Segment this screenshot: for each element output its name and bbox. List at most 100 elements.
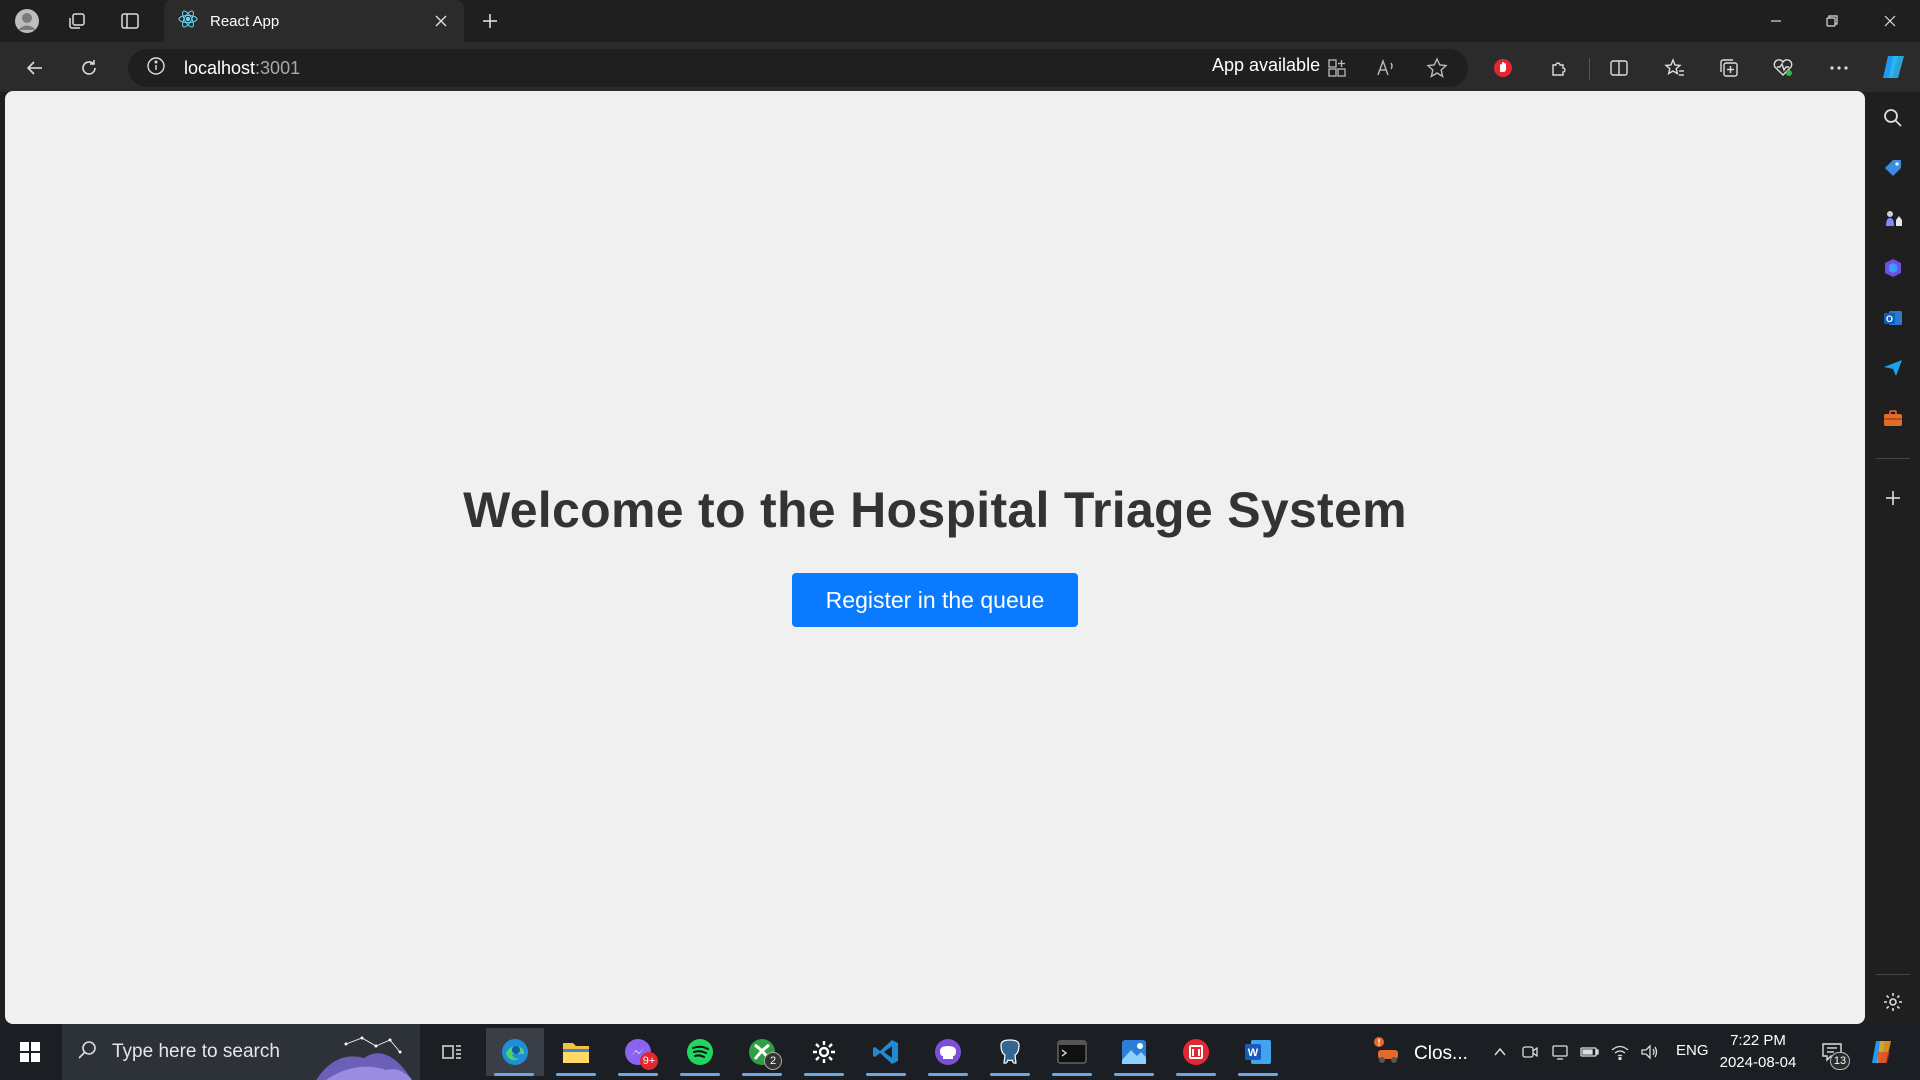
svg-text:O: O	[1886, 314, 1893, 324]
tools-briefcase-icon[interactable]	[1878, 403, 1908, 433]
running-indicator	[680, 1073, 720, 1076]
outlook-icon[interactable]: O	[1878, 303, 1908, 333]
copilot-taskbar-icon[interactable]	[1866, 1036, 1898, 1068]
battery-icon[interactable]	[1578, 1040, 1602, 1064]
taskbar-search-placeholder: Type here to search	[112, 1041, 280, 1062]
install-app-icon[interactable]	[1322, 53, 1352, 83]
restore-button[interactable]	[1804, 0, 1860, 42]
shopping-tag-icon[interactable]	[1878, 153, 1908, 183]
browser-toolbar: localhost:3001 App available	[0, 42, 1920, 92]
github-desktop-icon[interactable]	[920, 1028, 976, 1076]
running-indicator	[990, 1073, 1030, 1076]
svg-text:!: !	[1378, 1038, 1381, 1048]
clock-time: 7:22 PM	[1730, 1032, 1786, 1049]
running-indicator	[866, 1073, 906, 1076]
taskbar-clock[interactable]: 7:22 PM 2024-08-04	[1712, 1030, 1804, 1074]
running-indicator	[618, 1073, 658, 1076]
sidebar-search-icon[interactable]	[1878, 103, 1908, 133]
running-indicator	[1052, 1073, 1092, 1076]
messenger-icon[interactable]: 9+	[610, 1028, 666, 1076]
adblock-extension-icon[interactable]	[1488, 53, 1518, 83]
page-heading: Welcome to the Hospital Triage System	[463, 482, 1407, 538]
display-icon[interactable]	[1548, 1040, 1572, 1064]
weather-label: Clos...	[1414, 1043, 1468, 1064]
sidebar-divider-bottom	[1876, 974, 1910, 975]
search-highlight-art-icon	[316, 1030, 412, 1080]
edge-sidebar: O	[1866, 92, 1920, 1024]
xbox-icon[interactable]: 2	[734, 1028, 790, 1076]
back-button[interactable]	[20, 53, 50, 83]
url-text: localhost:3001	[184, 58, 300, 79]
sidebar-divider	[1876, 458, 1910, 459]
taskbar-search-box[interactable]: Type here to search	[62, 1024, 420, 1080]
sidebar-settings-icon[interactable]	[1878, 987, 1908, 1017]
close-tab-icon[interactable]	[430, 10, 452, 32]
site-info-icon[interactable]	[146, 56, 166, 81]
url-port: :3001	[255, 57, 301, 78]
tab-react-app[interactable]: React App	[164, 0, 464, 42]
toolbar-divider	[1589, 58, 1590, 80]
file-explorer-icon[interactable]	[548, 1028, 604, 1076]
browser-essentials-icon[interactable]	[1768, 53, 1798, 83]
running-indicator	[1114, 1073, 1154, 1076]
running-indicator	[1176, 1073, 1216, 1076]
photos-icon[interactable]	[1106, 1028, 1162, 1076]
add-sidebar-app-icon[interactable]	[1878, 483, 1908, 513]
workspaces-icon[interactable]	[63, 7, 91, 35]
show-hidden-icons-chevron-icon[interactable]	[1488, 1040, 1512, 1064]
reload-button[interactable]	[74, 53, 104, 83]
clock-date: 2024-08-04	[1719, 1054, 1797, 1071]
favorite-star-icon[interactable]	[1422, 53, 1452, 83]
close-window-button[interactable]	[1862, 0, 1918, 42]
running-indicator	[556, 1073, 596, 1076]
windows-taskbar: Type here to search 9+ 2 W ! Clos... ENG…	[0, 1024, 1920, 1080]
terminal-icon[interactable]	[1044, 1028, 1100, 1076]
vscode-icon[interactable]	[858, 1028, 914, 1076]
microsoft-365-icon[interactable]	[1878, 253, 1908, 283]
language-indicator[interactable]: ENG	[1676, 1042, 1709, 1059]
extensions-icon[interactable]	[1544, 53, 1574, 83]
vertical-tabs-icon[interactable]	[116, 7, 144, 35]
postgresql-icon[interactable]	[982, 1028, 1038, 1076]
running-indicator	[928, 1073, 968, 1076]
collections-icon[interactable]	[1714, 53, 1744, 83]
xbox-badge: 2	[764, 1052, 782, 1070]
settings-icon[interactable]	[796, 1028, 852, 1076]
running-indicator	[804, 1073, 844, 1076]
weather-alert-icon: !	[1372, 1036, 1402, 1072]
meet-now-icon[interactable]	[1518, 1040, 1542, 1064]
split-screen-icon[interactable]	[1604, 53, 1634, 83]
send-drop-icon[interactable]	[1878, 353, 1908, 383]
active-indicator	[494, 1073, 534, 1076]
notification-count-badge: 13	[1830, 1052, 1850, 1070]
games-chess-icon[interactable]	[1878, 203, 1908, 233]
weather-widget[interactable]: ! Clos...	[1372, 1036, 1468, 1072]
page-viewport: Welcome to the Hospital Triage System Re…	[5, 91, 1865, 1024]
windows-start-icon[interactable]	[10, 1032, 50, 1072]
app-available-label[interactable]: App available	[1212, 55, 1320, 76]
red-app-icon[interactable]	[1168, 1028, 1224, 1076]
profile-avatar-icon[interactable]	[13, 7, 41, 35]
url-host: localhost	[184, 57, 256, 78]
more-options-icon[interactable]	[1824, 53, 1854, 83]
word-icon[interactable]: W	[1230, 1028, 1286, 1076]
messenger-badge: 9+	[640, 1052, 658, 1070]
taskbar-search-icon	[76, 1039, 98, 1066]
wifi-icon[interactable]	[1608, 1040, 1632, 1064]
register-queue-button[interactable]: Register in the queue	[792, 573, 1078, 627]
new-tab-button[interactable]	[476, 7, 504, 35]
notifications-icon[interactable]: 13	[1820, 1040, 1850, 1070]
favorites-icon[interactable]	[1660, 53, 1690, 83]
read-aloud-icon[interactable]	[1372, 53, 1402, 83]
running-indicator	[742, 1073, 782, 1076]
spotify-icon[interactable]	[672, 1028, 728, 1076]
minimize-button[interactable]	[1748, 0, 1804, 42]
volume-icon[interactable]	[1638, 1040, 1662, 1064]
copilot-icon[interactable]	[1877, 50, 1911, 84]
svg-text:W: W	[1248, 1047, 1259, 1059]
task-view-icon[interactable]	[424, 1028, 480, 1076]
running-indicator	[1238, 1073, 1278, 1076]
taskbar-edge-icon[interactable]	[486, 1028, 544, 1076]
browser-title-bar: React App	[0, 0, 1920, 42]
react-logo-icon	[178, 9, 198, 34]
